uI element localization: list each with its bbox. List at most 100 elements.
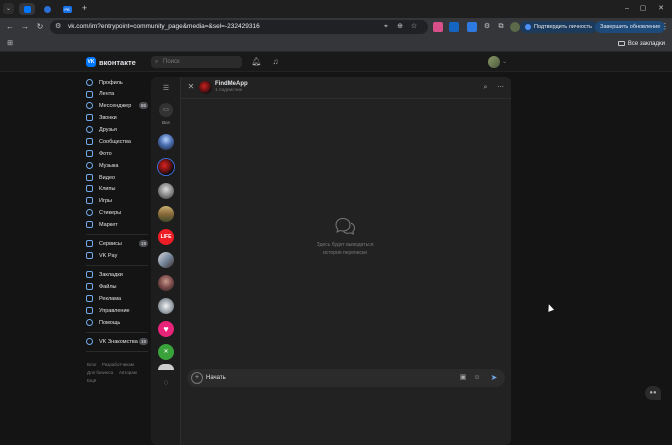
sidebar-item-stickers[interactable]: Стикеры xyxy=(86,207,148,218)
reload-icon[interactable]: ↻ xyxy=(34,21,46,33)
sticker-icon[interactable]: ▣ xyxy=(457,372,469,384)
compose-chat-icon[interactable]: ◌ xyxy=(159,376,173,390)
chat-avatar[interactable] xyxy=(158,206,174,222)
sidebar-item-feed[interactable]: Лента xyxy=(86,89,148,100)
extensions-puzzle-icon[interactable]: ⧉ xyxy=(496,22,506,32)
chat-list-rail: ☰ ▭ Все LIFE ♥ ✕ ◌ xyxy=(151,77,181,445)
sidebar-divider xyxy=(86,351,148,352)
search-icon[interactable]: ⌕ xyxy=(480,82,491,93)
all-chats-label: Все xyxy=(162,120,170,125)
chat-title[interactable]: FindMeApp xyxy=(215,81,248,87)
chat-avatar-partial[interactable] xyxy=(158,364,174,370)
profile-avatar[interactable] xyxy=(510,22,520,32)
finish-update-button[interactable]: Завершить обновление xyxy=(595,21,666,33)
chat-avatar-life[interactable]: LIFE xyxy=(158,229,174,245)
sidebar-item-messenger[interactable]: Мессенджер 86 xyxy=(86,100,148,111)
message-input[interactable]: Начать xyxy=(206,369,226,387)
tab-search-icon[interactable]: ⌄ xyxy=(3,3,14,14)
confirm-identity-button[interactable]: Подтвердить личность xyxy=(520,21,598,33)
close-icon[interactable]: ✕ xyxy=(185,81,197,93)
all-bookmarks-button[interactable]: Все закладки xyxy=(617,36,665,52)
vk-pay-icon xyxy=(86,252,93,259)
send-icon[interactable]: ➤ xyxy=(488,372,500,384)
close-window-button[interactable]: ✕ xyxy=(654,2,668,15)
file-icon xyxy=(86,283,93,290)
chat-fab-icon[interactable]: ●● xyxy=(645,386,661,400)
site-info-icon[interactable]: ⚙ xyxy=(55,21,61,33)
bookmark-star-icon[interactable]: ☆ xyxy=(409,21,419,33)
minimize-button[interactable]: – xyxy=(620,2,634,15)
tab-cloud[interactable] xyxy=(39,3,55,15)
vk-logo-text: вконтакте xyxy=(99,57,136,67)
attach-plus-icon[interactable]: + xyxy=(191,372,203,384)
extension-pink-icon[interactable] xyxy=(433,22,443,32)
communities-icon xyxy=(86,138,93,145)
zoom-icon[interactable]: ⊕ xyxy=(395,21,405,33)
message-icon xyxy=(86,102,93,109)
chevron-down-icon[interactable]: ⌄ xyxy=(502,56,507,68)
sidebar-item-friends[interactable]: Друзья xyxy=(86,124,148,135)
music-note-icon[interactable]: ♫ xyxy=(270,56,281,68)
sidebar-item-market[interactable]: Маркет xyxy=(86,219,148,230)
chat-subtitle: 1 подписчик xyxy=(215,88,242,93)
chat-avatar[interactable] xyxy=(158,298,174,314)
all-chats-folder-icon[interactable]: ▭ xyxy=(159,103,173,117)
chat-avatar[interactable] xyxy=(158,252,174,268)
sidebar-item-music[interactable]: Музыка xyxy=(86,160,148,171)
sidebar-item-communities[interactable]: Сообщества xyxy=(86,136,148,147)
sidebar-item-profile[interactable]: Профиль xyxy=(86,77,148,88)
sidebar-item-games[interactable]: Игры xyxy=(86,195,148,206)
chat-avatar-heart-icon[interactable]: ♥ xyxy=(158,321,174,337)
messenger-window: ☰ ▭ Все LIFE ♥ ✕ ◌ ✕ FindMeApp 1 подписч… xyxy=(151,77,511,445)
url-text[interactable]: vk.com/im?entrypoint=community_page&medi… xyxy=(68,20,260,34)
emoji-icon[interactable]: ☺ xyxy=(471,372,483,384)
search-input[interactable]: ⌕ Поиск xyxy=(151,56,242,68)
sidebar-item-help[interactable]: Помощь xyxy=(86,317,148,328)
sidebar-item-bookmarks[interactable]: Закладки xyxy=(86,269,148,280)
chat-avatar[interactable] xyxy=(158,134,174,150)
more-options-icon[interactable]: ⋯ xyxy=(495,82,506,93)
sidebar-item-services[interactable]: Сервисы 19 xyxy=(86,238,148,249)
extension-blue-icon[interactable] xyxy=(449,22,459,32)
tab-pb[interactable]: PB xyxy=(59,3,75,15)
back-icon[interactable]: ← xyxy=(4,21,16,33)
sidebar-item-clips[interactable]: Клипы xyxy=(86,183,148,194)
footer-link-blog[interactable]: Блог xyxy=(87,362,97,367)
sidebar-item-calls[interactable]: Звонки xyxy=(86,112,148,123)
extension-vk-icon[interactable] xyxy=(467,22,477,32)
sidebar-item-management[interactable]: Управление xyxy=(86,305,148,316)
chat-avatar[interactable] xyxy=(158,183,174,199)
location-icon[interactable]: ⌖ xyxy=(381,21,391,33)
new-tab-button[interactable]: + xyxy=(79,3,90,14)
user-avatar[interactable] xyxy=(488,56,500,68)
tab-vk[interactable] xyxy=(19,3,35,15)
extension-gear-icon[interactable]: ⚙ xyxy=(482,22,492,32)
footer-link-business[interactable]: Для бизнеса xyxy=(87,370,113,375)
chat-avatar[interactable] xyxy=(158,275,174,291)
vk-page: VK вконтакте ⌕ Поиск 🔔︎ ♫ ⌄ Профиль Лент… xyxy=(0,52,672,445)
footer-link-authors[interactable]: Авторам xyxy=(119,370,137,375)
sidebar-item-files[interactable]: Файлы xyxy=(86,281,148,292)
dating-badge: 19 xyxy=(138,338,148,345)
phone-icon xyxy=(86,114,93,121)
chat-avatar-active[interactable] xyxy=(158,159,174,175)
chat-avatar-green[interactable]: ✕ xyxy=(158,344,174,360)
sidebar-item-video[interactable]: Видео xyxy=(86,172,148,183)
sidebar-item-vk-pay[interactable]: VK Pay xyxy=(86,250,148,261)
footer-link-more[interactable]: Ещё xyxy=(87,378,96,383)
chat-bubbles-icon xyxy=(335,217,356,235)
address-bar[interactable]: ⚙ vk.com/im?entrypoint=community_page&me… xyxy=(50,20,428,34)
menu-hamburger-icon[interactable]: ☰ xyxy=(160,85,172,93)
profile-icon xyxy=(86,79,93,86)
maximize-button[interactable]: ▢ xyxy=(636,2,650,15)
footer-link-developers[interactable]: Разработчикам xyxy=(102,362,134,367)
sidebar-item-ads[interactable]: Реклама xyxy=(86,293,148,304)
chat-header-avatar[interactable] xyxy=(199,81,212,94)
notifications-bell-icon[interactable]: 🔔︎ xyxy=(251,56,262,68)
browser-menu-icon[interactable]: ⋮ xyxy=(659,21,671,33)
forward-icon[interactable]: → xyxy=(19,21,31,33)
sidebar-item-vk-dating[interactable]: VK Знакомства 19 xyxy=(86,336,148,347)
vk-logo[interactable]: VK вконтакте xyxy=(86,57,136,67)
apps-grid-icon[interactable]: ⊞ xyxy=(5,39,15,49)
sidebar-item-photos[interactable]: Фото xyxy=(86,148,148,159)
